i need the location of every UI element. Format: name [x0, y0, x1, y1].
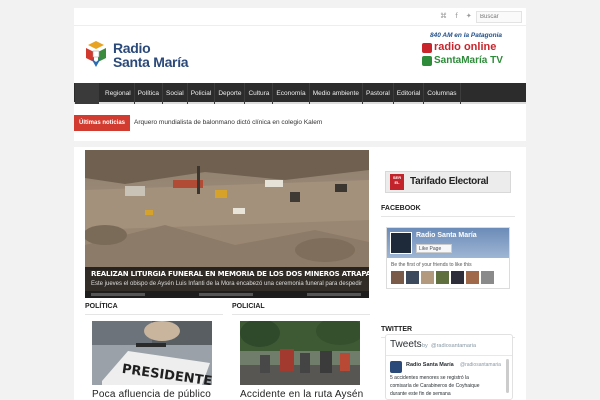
slider-dot[interactable]: [307, 293, 361, 296]
twitter-divider: [386, 355, 512, 356]
nav-item-medio-ambiente[interactable]: Medio ambiente: [310, 83, 363, 104]
radio-icon: [422, 43, 432, 53]
slider-dot[interactable]: [199, 293, 253, 296]
slider-dot[interactable]: [91, 293, 145, 296]
logo-text-line2: Santa María: [113, 54, 189, 70]
policial-headline[interactable]: Accidente en la ruta Aysén: [240, 389, 363, 400]
search-input[interactable]: [476, 11, 522, 23]
section-divider: [74, 141, 526, 147]
avatar[interactable]: [481, 271, 494, 284]
breaking-news-link[interactable]: Arquero mundialista de balonmano dictó c…: [134, 115, 322, 131]
slider-caption: REALIZAN LITURGIA FUNERAL EN MEMORIA DE …: [85, 267, 369, 291]
section-title-politica[interactable]: POLÍTICA: [85, 303, 118, 310]
tarifado-electoral-banner[interactable]: SER EL Tarifado Electoral: [385, 171, 511, 193]
politica-image: PRESIDENTE: [92, 321, 212, 385]
banner-badge: SER EL: [390, 174, 404, 190]
avatar[interactable]: [421, 271, 434, 284]
twitter-scrollbar[interactable]: [506, 359, 509, 393]
radio-promo-banner[interactable]: 840 AM en la Patagonia radio online Sant…: [420, 32, 512, 74]
promo-tagline: 840 AM en la Patagonia: [429, 32, 502, 39]
featured-slider[interactable]: REALIZAN LITURGIA FUNERAL EN MEMORIA DE …: [85, 150, 369, 298]
politica-headline[interactable]: Poca afluencia de público: [92, 389, 211, 400]
section-divider-line: [85, 314, 223, 315]
nav-item-pastoral[interactable]: Pastoral: [363, 83, 394, 104]
nav-item-social[interactable]: Social: [163, 83, 188, 104]
tv-link[interactable]: SantaMaría TV: [434, 55, 503, 66]
tweet-line-1: 5 accidentes menores se registró la: [390, 375, 469, 381]
avatar[interactable]: [391, 271, 404, 284]
tweet-line-3: durante este fin de semana: [390, 391, 451, 397]
twitter-widget: Tweets by @radiosantamaria Radio Santa M…: [385, 334, 513, 400]
avatar[interactable]: [466, 271, 479, 284]
avatar[interactable]: [436, 271, 449, 284]
nav-item-cultura[interactable]: Cultura: [245, 83, 274, 104]
tweet-line-2: comisaría de Carabineros de Coyhaique: [390, 383, 480, 389]
banner-text: Tarifado Electoral: [410, 176, 489, 187]
tv-icon: [422, 56, 432, 66]
breaking-news-bar: Últimas noticias Arquero mundialista de …: [74, 115, 526, 131]
slider-pagination: [85, 291, 369, 298]
slider-title[interactable]: REALIZAN LITURGIA FUNERAL EN MEMORIA DE …: [91, 270, 369, 278]
facebook-widget: Radio Santa María Like Page Be the first…: [386, 227, 510, 289]
section-divider-line: [381, 216, 515, 217]
radio-online-link[interactable]: radio online: [434, 41, 496, 53]
facebook-friends-text: Be the first of your friends to like thi…: [391, 262, 472, 268]
politica-thumbnail[interactable]: PRESIDENTE: [92, 321, 212, 385]
twitter-handle[interactable]: @radiosantamaria: [431, 343, 476, 349]
site-logo[interactable]: Radio Santa María: [83, 39, 193, 71]
facebook-page-name[interactable]: Radio Santa María: [416, 232, 477, 239]
facebook-page-avatar[interactable]: [390, 232, 412, 254]
policial-image: [240, 321, 360, 385]
twitter-author-name[interactable]: Radio Santa María: [406, 362, 454, 368]
avatar[interactable]: [451, 271, 464, 284]
facebook-like-button[interactable]: Like Page: [416, 244, 452, 253]
nav-item-regional[interactable]: Regional: [102, 83, 135, 104]
main-nav: Regional Política Social Policial Deporte Cul…: [74, 83, 526, 104]
breaking-news-tag: Últimas noticias: [74, 115, 130, 131]
top-bar: ⌘ f ✦ ▶: [74, 8, 526, 26]
slider-summary: Este jueves el obispo de Aysén Luis Infa…: [91, 281, 363, 287]
twitter-author-handle: @radiosantamaria: [460, 362, 501, 368]
nav-item-columnas[interactable]: Columnas: [424, 83, 461, 104]
twitter-header[interactable]: Tweets: [390, 339, 422, 350]
facebook-faces: [391, 271, 494, 284]
nav-item-econom-a[interactable]: Economía: [273, 83, 310, 104]
twitter-by-label: by: [422, 343, 428, 349]
twitter-author-avatar[interactable]: [390, 361, 402, 373]
nav-item-pol-tica[interactable]: Política: [135, 83, 163, 104]
avatar[interactable]: [406, 271, 419, 284]
nav-items: Regional Política Social Policial Deporte Cul…: [102, 83, 461, 104]
twitter-widget-title: TWITTER: [381, 326, 413, 333]
nav-item-policial[interactable]: Policial: [188, 83, 216, 104]
policial-thumbnail[interactable]: [240, 321, 360, 385]
section-title-policial[interactable]: POLICIAL: [232, 303, 265, 310]
facebook-widget-title: FACEBOOK: [381, 205, 421, 212]
logo-icon: [86, 41, 106, 67]
section-divider-line: [232, 314, 370, 315]
nav-item-deporte[interactable]: Deporte: [215, 83, 246, 104]
nav-item-editorial[interactable]: Editorial: [394, 83, 425, 104]
home-icon[interactable]: [75, 83, 99, 104]
